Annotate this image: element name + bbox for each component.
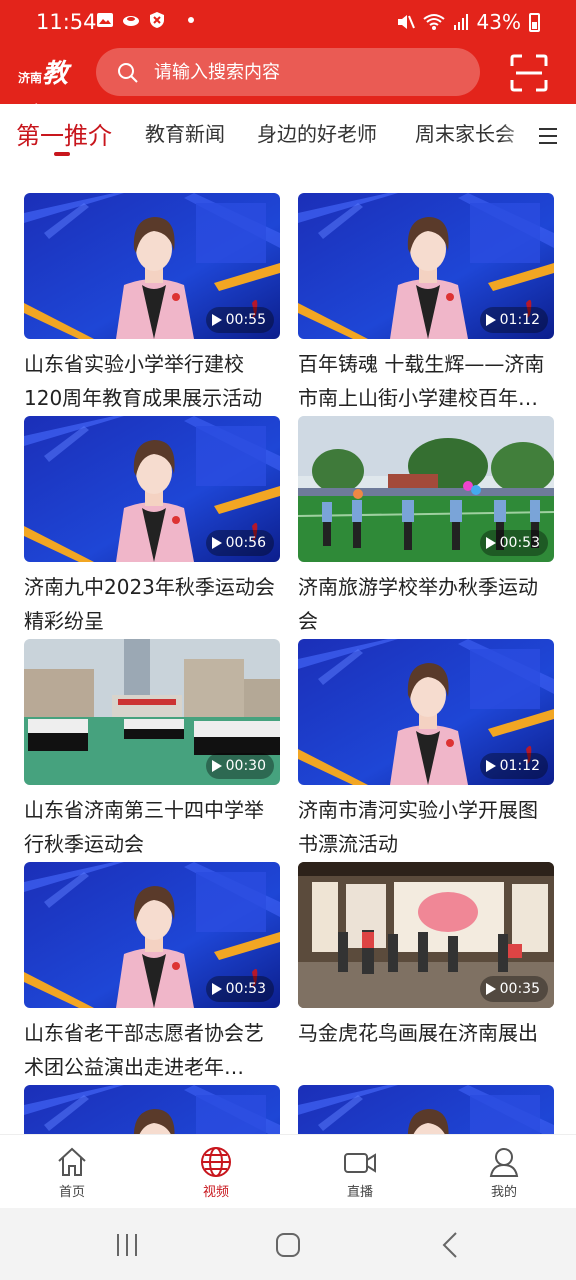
play-icon [211, 314, 222, 326]
video-card[interactable]: 00:56 济南九中2023年秋季运动会精彩纷呈 [24, 416, 280, 638]
video-card[interactable]: 00:30 山东省济南第三十四中学举行秋季运动会 [24, 639, 280, 861]
video-title[interactable]: 济南旅游学校举办秋季运动会 [298, 570, 554, 638]
duration-badge: 00:35 [479, 976, 548, 1002]
nav-home-label: 首页 [58, 1185, 85, 1200]
recent-apps-icon[interactable] [112, 1230, 142, 1260]
video-card[interactable]: 01:12 百年铸魂 十载生辉——济南市南上山街小学建校百年… [298, 193, 554, 415]
duration-badge: 00:56 [205, 530, 274, 556]
video-card[interactable]: 00:53 济南旅游学校举办秋季运动会 [298, 416, 554, 638]
battery-icon [529, 12, 540, 32]
tab-recommended[interactable]: 第一推介 [16, 116, 112, 151]
tab-good-teachers[interactable]: 身边的好老师 [257, 118, 377, 147]
play-icon [211, 983, 222, 995]
app-header: 济南教育 [0, 46, 576, 133]
nav-home[interactable]: 首页 [32, 1145, 112, 1200]
video-title[interactable]: 百年铸魂 十载生辉——济南市南上山街小学建校百年… [298, 347, 554, 415]
play-icon [485, 314, 496, 326]
video-title[interactable]: 济南市清河实验小学开展图书漂流活动 [298, 793, 554, 861]
app-logo[interactable]: 济南教育 [18, 54, 78, 133]
battery-percent: 43% [476, 10, 521, 34]
nav-profile[interactable]: 我的 [464, 1145, 544, 1200]
nav-video[interactable]: 视频 [176, 1145, 256, 1200]
user-icon [489, 1148, 519, 1177]
cloud-icon [123, 16, 139, 26]
video-thumbnail[interactable]: 00:53 [24, 862, 280, 1008]
video-thumbnail[interactable] [24, 1085, 280, 1134]
search-input[interactable] [154, 48, 464, 96]
category-tabs: 第一推介 教育新闻 身边的好老师 周末家长会 [0, 104, 576, 166]
video-title[interactable]: 山东省济南第三十四中学举行秋季运动会 [24, 793, 280, 861]
search-box[interactable] [96, 48, 480, 96]
video-card[interactable] [298, 1085, 554, 1134]
video-thumbnail[interactable]: 01:12 [298, 639, 554, 785]
shield-icon [150, 12, 164, 28]
status-time: 11:54 [36, 10, 97, 34]
tab-active-indicator [54, 152, 70, 156]
play-icon [485, 983, 496, 995]
nav-profile-label: 我的 [490, 1185, 517, 1200]
duration-badge: 01:12 [479, 753, 548, 779]
duration-badge: 00:30 [205, 753, 274, 779]
logo-city: 济南 [18, 71, 43, 85]
gallery-icon [97, 13, 113, 27]
menu-icon[interactable] [538, 126, 558, 146]
more-notifications-dot [188, 17, 194, 23]
back-icon[interactable] [436, 1230, 466, 1260]
scan-icon[interactable] [510, 54, 548, 92]
play-icon [485, 537, 496, 549]
bottom-nav: 首页 视频 直播 我的 [0, 1134, 576, 1208]
camera-icon [344, 1153, 376, 1173]
signal-icon [453, 14, 468, 30]
video-card[interactable]: 00:55 山东省实验小学举行建校120周年教育成果展示活动 [24, 193, 280, 415]
video-card[interactable]: 00:35 马金虎花鸟画展在济南展出 [298, 862, 554, 1084]
search-icon [118, 63, 138, 83]
video-card[interactable]: 00:53 山东省老干部志愿者协会艺术团公益演出走进老年… [24, 862, 280, 1084]
status-right: 43% [395, 10, 540, 34]
video-title[interactable]: 山东省实验小学举行建校120周年教育成果展示活动 [24, 347, 280, 415]
video-thumbnail[interactable]: 00:53 [298, 416, 554, 562]
home-button-icon[interactable] [273, 1230, 303, 1260]
video-thumbnail[interactable]: 01:12 [298, 193, 554, 339]
video-thumbnail[interactable] [298, 1085, 554, 1134]
tab-education-news[interactable]: 教育新闻 [145, 118, 225, 147]
video-title[interactable]: 马金虎花鸟画展在济南展出 [298, 1016, 554, 1084]
video-thumbnail[interactable]: 00:30 [24, 639, 280, 785]
nav-video-label: 视频 [202, 1185, 229, 1200]
video-card[interactable]: 01:12 济南市清河实验小学开展图书漂流活动 [298, 639, 554, 861]
nav-live[interactable]: 直播 [320, 1145, 400, 1200]
duration-badge: 00:53 [205, 976, 274, 1002]
play-icon [211, 760, 222, 772]
home-icon [58, 1147, 86, 1176]
play-icon [211, 537, 222, 549]
video-card[interactable] [24, 1085, 280, 1134]
globe-icon [201, 1147, 231, 1177]
duration-badge: 01:12 [479, 307, 548, 333]
wifi-icon [422, 14, 445, 30]
mute-icon [397, 15, 415, 29]
duration-badge: 00:53 [479, 530, 548, 556]
video-title[interactable]: 济南九中2023年秋季运动会精彩纷呈 [24, 570, 280, 638]
system-nav-bar [0, 1208, 576, 1280]
video-thumbnail[interactable]: 00:55 [24, 193, 280, 339]
nav-live-label: 直播 [346, 1185, 373, 1200]
video-thumbnail[interactable]: 00:56 [24, 416, 280, 562]
video-grid: 00:55 山东省实验小学举行建校120周年教育成果展示活动 01:12 百年铸… [0, 166, 576, 1134]
video-title[interactable]: 山东省老干部志愿者协会艺术团公益演出走进老年… [24, 1016, 280, 1084]
notification-icons [96, 11, 194, 29]
play-icon [485, 760, 496, 772]
video-thumbnail[interactable]: 00:35 [298, 862, 554, 1008]
status-bar: 11:54 43% [0, 0, 576, 46]
duration-badge: 00:55 [205, 307, 274, 333]
